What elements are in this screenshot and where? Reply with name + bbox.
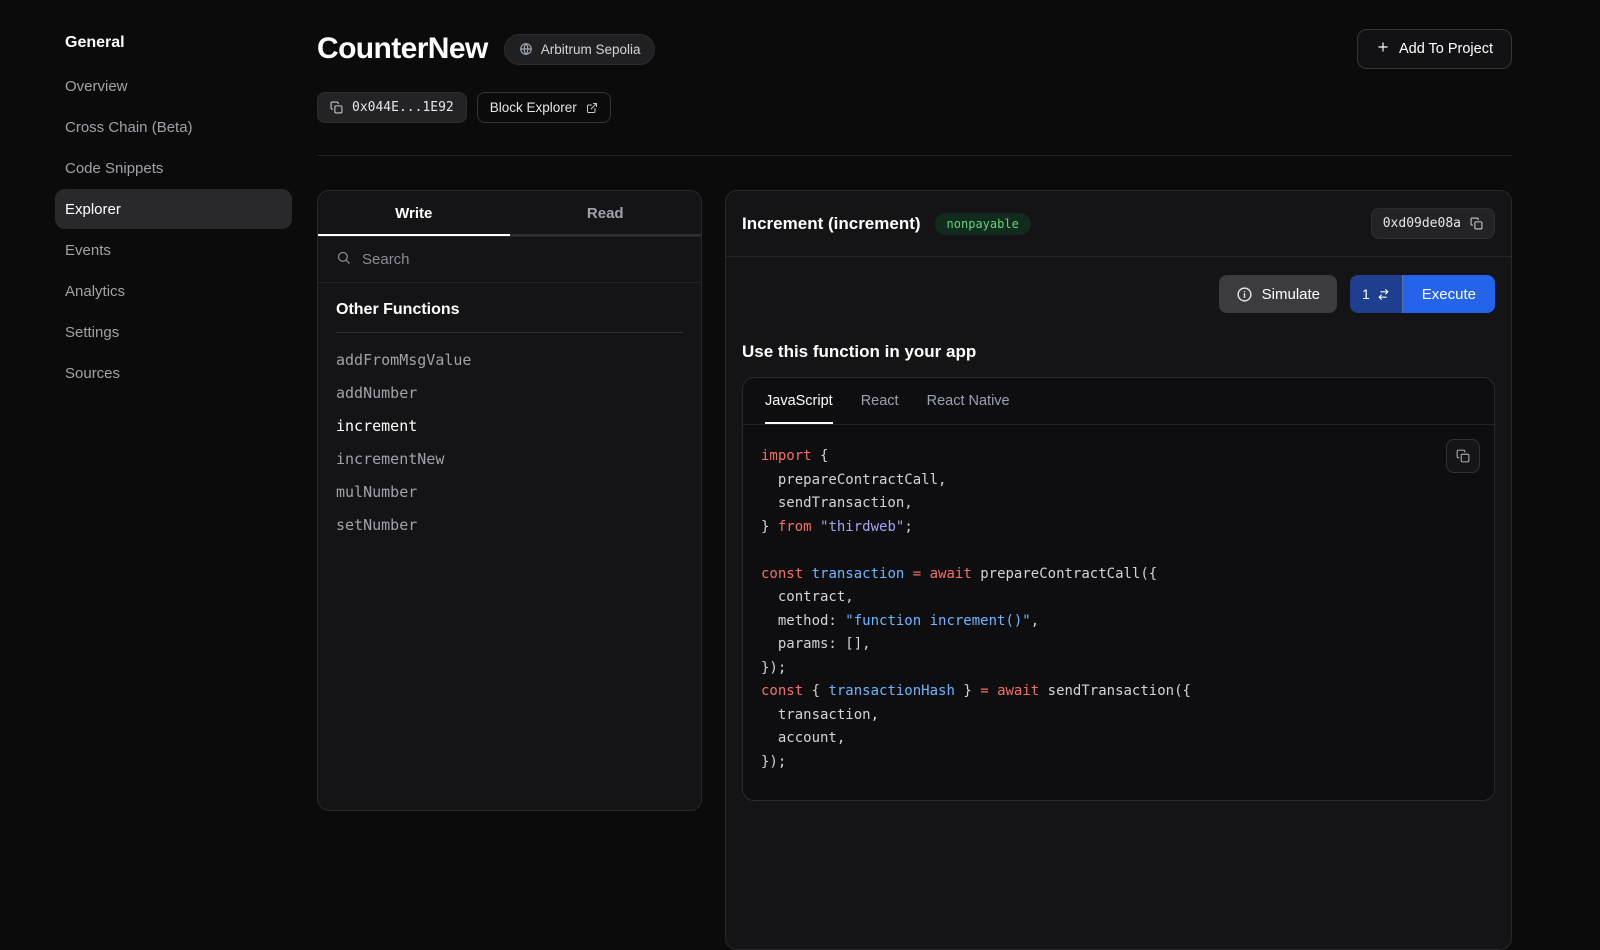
network-badge[interactable]: Arbitrum Sepolia [504,34,656,65]
swap-arrows-icon [1377,288,1390,301]
network-badge-label: Arbitrum Sepolia [541,42,641,57]
explorer-content: Write Read Other Functions addFromMsgVal… [317,190,1512,950]
code-tab-javascript[interactable]: JavaScript [765,378,833,424]
plus-icon [1376,40,1390,58]
execute-count-value: 1 [1362,286,1370,302]
code-line: prepareContractCall, [761,469,1476,493]
function-item-addNumber[interactable]: addNumber [336,376,683,409]
sidebar: General Overview Cross Chain (Beta) Code… [0,0,317,819]
search-icon [336,250,351,270]
add-to-project-label: Add To Project [1399,41,1493,57]
function-item-setNumber[interactable]: setNumber [336,508,683,541]
execute-button[interactable]: Execute [1403,275,1495,313]
function-item-incrementNew[interactable]: incrementNew [336,442,683,475]
contract-address-chip[interactable]: 0x044E...1E92 [317,92,467,123]
sidebar-item-events[interactable]: Events [55,230,292,270]
functions-group-heading: Other Functions [336,301,683,333]
code-tabs: JavaScript React React Native [743,378,1494,425]
functions-list-body: Other Functions addFromMsgValue addNumbe… [318,283,701,559]
code-area: import { prepareContractCall, sendTransa… [743,425,1494,800]
actions-row: Simulate 1 Execute [726,257,1511,313]
sidebar-nav: Overview Cross Chain (Beta) Code Snippet… [55,66,292,393]
code-line: transaction, [761,704,1476,728]
code-line: const transaction = await prepareContrac… [761,563,1476,587]
sidebar-item-settings[interactable]: Settings [55,312,292,352]
code-line: const { transactionHash } = await sendTr… [761,680,1476,704]
contract-address-label: 0x044E...1E92 [352,100,454,115]
tab-read[interactable]: Read [510,191,702,236]
code-tab-react-native[interactable]: React Native [927,378,1010,424]
app-root: General Overview Cross Chain (Beta) Code… [0,0,1600,819]
page-title: CounterNew [317,32,488,66]
mutability-badge: nonpayable [935,213,1031,235]
code-line: sendTransaction, [761,492,1476,516]
function-selector-chip[interactable]: 0xd09de08a [1371,208,1495,239]
code-lines: import { prepareContractCall, sendTransa… [761,445,1476,774]
code-line: params: [], [761,633,1476,657]
functions-tabs: Write Read [318,191,701,237]
function-title: Increment (increment) [742,214,921,234]
function-item-addFromMsgValue[interactable]: addFromMsgValue [336,343,683,376]
add-to-project-button[interactable]: Add To Project [1357,29,1512,69]
execute-split-button: 1 Execute [1350,275,1495,313]
code-line: } from "thirdweb"; [761,516,1476,540]
code-tab-react[interactable]: React [861,378,899,424]
function-detail-panel: Increment (increment) nonpayable 0xd09de… [725,190,1512,950]
execute-label: Execute [1422,286,1476,303]
copy-icon [330,101,343,114]
function-selector-label: 0xd09de08a [1383,216,1461,231]
simulate-label: Simulate [1262,286,1320,303]
sidebar-item-analytics[interactable]: Analytics [55,271,292,311]
usage-heading: Use this function in your app [742,342,1495,362]
code-line: account, [761,727,1476,751]
sidebar-item-code-snippets[interactable]: Code Snippets [55,148,292,188]
functions-panel: Write Read Other Functions addFromMsgVal… [317,190,702,811]
sidebar-item-overview[interactable]: Overview [55,66,292,106]
main-content: CounterNew Arbitrum Sepolia Add To Proje… [317,0,1600,819]
sidebar-item-sources[interactable]: Sources [55,353,292,393]
function-item-increment[interactable]: increment [336,409,683,442]
code-line: }); [761,751,1476,775]
code-line: }); [761,657,1476,681]
info-icon [1236,286,1253,303]
header-divider [317,155,1512,156]
contract-chips-row: 0x044E...1E92 Block Explorer [317,92,1512,123]
sidebar-heading: General [55,28,292,58]
code-line: import { [761,445,1476,469]
code-line: contract, [761,586,1476,610]
block-explorer-button[interactable]: Block Explorer [477,92,611,123]
function-detail-header: Increment (increment) nonpayable 0xd09de… [726,191,1511,257]
sidebar-item-explorer[interactable]: Explorer [55,189,292,229]
sidebar-item-cross-chain[interactable]: Cross Chain (Beta) [55,107,292,147]
external-link-icon [586,102,598,114]
copy-icon [1470,217,1483,230]
network-globe-icon [519,42,533,56]
code-copy-button[interactable] [1446,439,1480,473]
tab-write[interactable]: Write [318,191,510,236]
code-line: method: "function increment()", [761,610,1476,634]
execute-count-button[interactable]: 1 [1350,275,1403,313]
search-input[interactable] [362,251,683,268]
functions-search [318,237,701,283]
block-explorer-label: Block Explorer [490,100,577,115]
code-line [761,539,1476,563]
simulate-button[interactable]: Simulate [1219,275,1337,313]
code-card: JavaScript React React Native import { p… [742,377,1495,801]
function-item-mulNumber[interactable]: mulNumber [336,475,683,508]
header-row: CounterNew Arbitrum Sepolia Add To Proje… [317,28,1512,70]
